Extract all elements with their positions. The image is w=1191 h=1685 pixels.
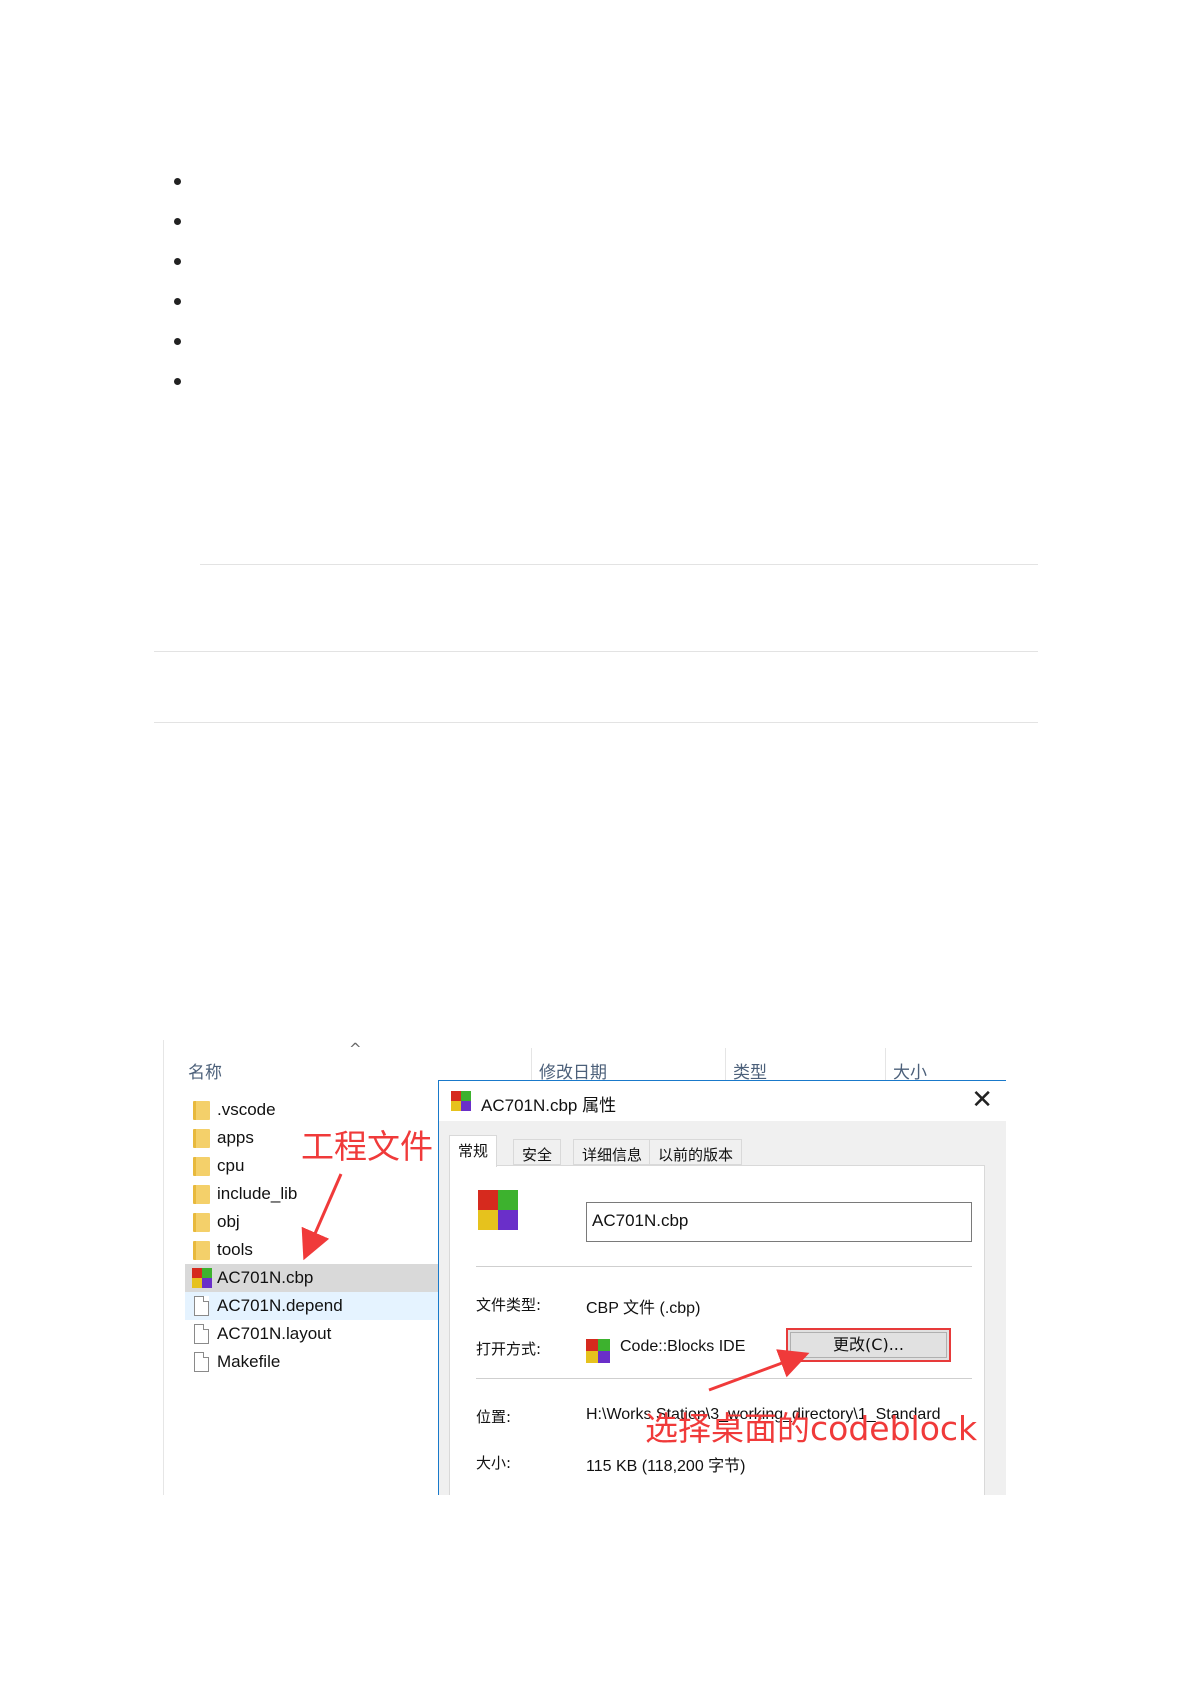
explorer-screenshot: ^ 名称 修改日期 类型 大小 .vscode apps cpu include… (163, 1040, 1006, 1495)
arrow-to-change-button (708, 1349, 810, 1392)
tab-general[interactable]: 常规 (449, 1135, 498, 1167)
arrow-to-cbp-file (301, 1173, 343, 1261)
divider (200, 564, 1038, 565)
divider (154, 651, 1038, 652)
divider (154, 722, 1038, 723)
annotation-arrows (301, 1173, 810, 1392)
